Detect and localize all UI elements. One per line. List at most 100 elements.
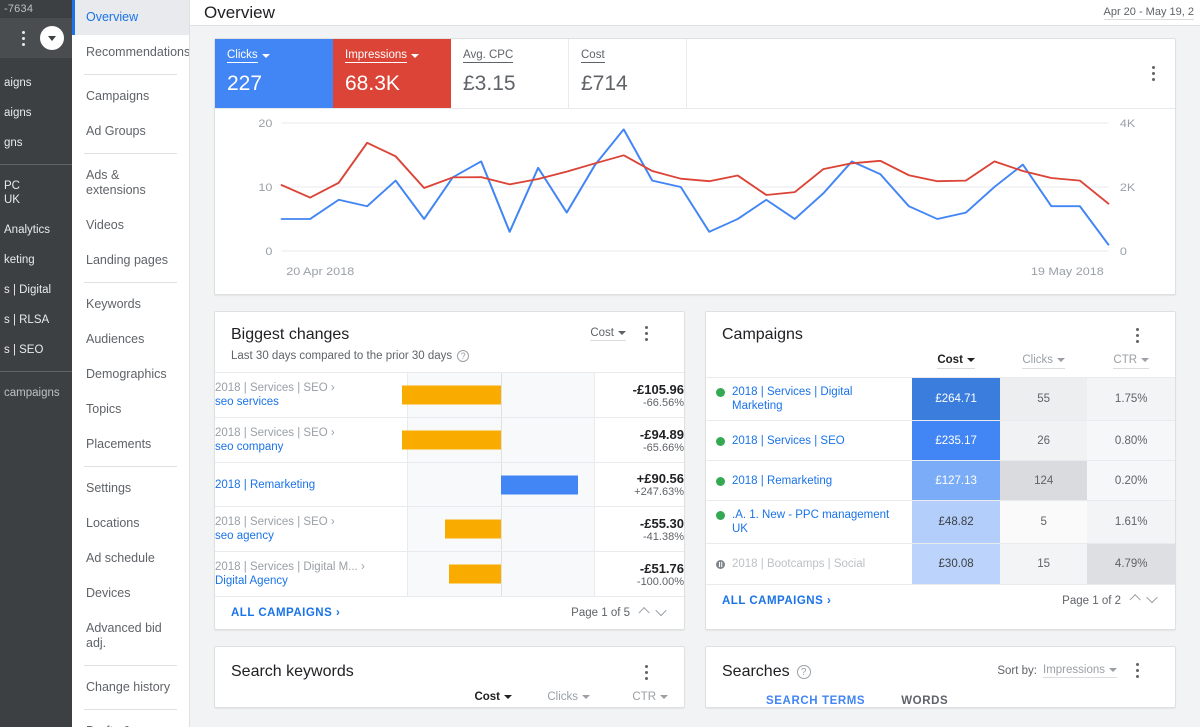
sidebar-item-campaigns[interactable]: Campaigns [72,79,189,114]
campaign-name-cell[interactable]: 2018 | Services | Digital Marketing [706,378,912,421]
search-keywords-more-icon[interactable] [638,664,654,680]
page-prev-icon[interactable] [1129,595,1140,606]
tab-search-terms[interactable]: SEARCH TERMS [766,695,865,707]
table-row[interactable]: 2018 | Services | Digital Marketing £264.… [706,377,1175,421]
scorecard-cost[interactable]: Cost £714 [569,39,687,108]
sidebar-item-ad-schedule[interactable]: Ad schedule [72,541,189,576]
campaign-name-cell[interactable]: 2018 | Services | SEO [706,421,912,461]
all-campaigns-link[interactable]: ALL CAMPAIGNS › [231,607,340,619]
campaign-name-cell[interactable]: .A. 1. New - PPC management UK [706,501,912,544]
sidebar-item-videos[interactable]: Videos [72,208,189,243]
sidebar-item-ad-groups[interactable]: Ad Groups [72,114,189,149]
sidebar-item-placements[interactable]: Placements [72,427,189,462]
table-row[interactable]: 2018 | Remarketing £127.13 124 0.20% [706,460,1175,501]
pager-label: Page 1 of 5 [571,607,630,619]
change-name-cell[interactable]: 2018 | Services | Digital M... › Digital … [215,552,407,597]
sidebar-item-advanced-bid-adj[interactable]: Advanced bid adj. [72,611,189,661]
searches-more-icon[interactable] [1129,663,1145,678]
column-header-ctr[interactable]: CTR [598,691,676,703]
column-header-ctr[interactable]: CTR [1087,350,1175,378]
campaign-name[interactable]: 2018 | Remarketing [732,474,832,488]
help-icon[interactable]: ? [457,350,470,362]
svg-text:20 Apr 2018: 20 Apr 2018 [286,265,354,278]
change-keyword[interactable]: seo services [215,395,407,409]
page-next-icon[interactable] [1148,595,1159,606]
column-header-cost[interactable]: Cost [912,350,1000,378]
column-header-clicks[interactable]: Clicks [520,691,598,703]
sidebar-item-overview[interactable]: Overview [72,0,189,35]
rail-item[interactable]: PC UK [0,171,72,215]
rail-item[interactable]: campaigns [0,378,72,408]
svg-text:20: 20 [258,117,272,130]
page-next-icon[interactable] [657,608,668,619]
campaign-name[interactable]: 2018 | Services | Digital Marketing [732,385,902,413]
sidebar-item-demographics[interactable]: Demographics [72,357,189,392]
sidebar-item-change-history[interactable]: Change history [72,670,189,705]
help-icon[interactable]: ? [796,665,811,679]
rail-item[interactable]: aigns [0,68,72,98]
scorecard-impressions[interactable]: Impressions 68.3K [333,39,451,108]
rail-item[interactable]: Analytics [0,215,72,245]
campaign-name-cell[interactable]: 2018 | Bootcamps | Social [706,544,912,584]
column-header-cost[interactable]: Cost [442,691,520,703]
sidebar-item-landing-pages[interactable]: Landing pages [72,243,189,278]
sidebar-item-settings[interactable]: Settings [72,471,189,506]
column-header-clicks[interactable]: Clicks [1000,350,1088,378]
campaign-name[interactable]: 2018 | Bootcamps | Social [732,557,865,571]
rail-item[interactable]: s | RLSA [0,305,72,335]
campaign-name[interactable]: 2018 | Services | SEO [732,434,845,448]
table-row[interactable]: 2018 | Services | SEO › seo services -£105… [215,372,684,418]
change-path: 2018 | Services | SEO › [215,427,335,439]
chevron-down-icon[interactable] [411,54,419,58]
rail-item[interactable]: keting [0,245,72,275]
campaigns-more-icon[interactable] [1129,327,1145,343]
change-keyword[interactable]: Digital Agency [215,574,407,588]
change-keyword[interactable]: 2018 | Remarketing [215,478,407,492]
table-row[interactable]: 2018 | Services | SEO › seo agency -£55.30… [215,506,684,552]
scorecard-clicks[interactable]: Clicks 227 [215,39,333,108]
chevron-down-icon[interactable] [261,54,270,58]
rail-item[interactable]: gns [0,128,72,158]
sidebar-item-keywords[interactable]: Keywords [72,287,189,322]
sidebar-item-ads-extensions[interactable]: Ads & extensions [72,158,189,208]
change-keyword[interactable]: seo company [215,440,407,454]
rail-item[interactable]: aigns [0,98,72,128]
sidebar-item-drafts-experiments[interactable]: Drafts & experiments [72,714,189,727]
change-keyword[interactable]: seo agency [215,529,407,543]
change-name-cell[interactable]: 2018 | Services | SEO › seo company [215,418,407,463]
sidebar-item-topics[interactable]: Topics [72,392,189,427]
svg-text:4K: 4K [1120,117,1136,130]
sidebar-item-devices[interactable]: Devices [72,576,189,611]
change-name-cell[interactable]: 2018 | Services | SEO › seo agency [215,507,407,552]
chart-more-icon[interactable] [1145,66,1161,81]
table-row[interactable]: 2018 | Services | Digital M... › Digital … [215,551,684,597]
change-name-cell[interactable]: 2018 | Remarketing [215,463,407,507]
table-row[interactable]: 2018 | Bootcamps | Social £30.08 15 4.79% [706,543,1175,584]
searches-tabs: SEARCH TERMS WORDS [706,681,1175,707]
rail-item[interactable]: s | Digital [0,275,72,305]
sidebar-item-recommendations[interactable]: Recommendations [72,35,189,70]
rail-item[interactable]: s | SEO [0,335,72,365]
zero-axis [501,507,503,551]
scorecard-avg-cpc[interactable]: Avg. CPC £3.15 [451,39,569,108]
table-row[interactable]: 2018 | Services | SEO £235.17 26 0.80% [706,420,1175,461]
table-row[interactable]: 2018 | Remarketing +£90.56 +247.63% [215,462,684,507]
sort-by-select[interactable]: Impressions [1043,664,1117,678]
biggest-changes-metric-select[interactable]: Cost [590,327,626,341]
rail-more-icon[interactable] [16,30,30,46]
rail-expand-icon[interactable] [40,26,64,50]
biggest-changes-header: Biggest changes Cost [215,312,684,350]
sidebar-item-audiences[interactable]: Audiences [72,322,189,357]
table-row[interactable]: 2018 | Services | SEO › seo company -£94.8… [215,417,684,463]
date-range-picker[interactable]: Apr 20 - May 19, 2 [1103,6,1194,20]
tab-words[interactable]: WORDS [901,695,948,707]
campaign-name[interactable]: .A. 1. New - PPC management UK [732,508,902,536]
change-name-cell[interactable]: 2018 | Services | SEO › seo services [215,373,407,418]
sidebar-item-locations[interactable]: Locations [72,506,189,541]
table-row[interactable]: .A. 1. New - PPC management UK £48.82 5 1.6… [706,500,1175,544]
campaigns-all-link[interactable]: ALL CAMPAIGNS › [722,595,831,607]
campaign-name-cell[interactable]: 2018 | Remarketing [706,461,912,501]
biggest-changes-more-icon[interactable] [638,326,654,341]
campaign-cost-cell: £30.08 [912,543,1000,584]
page-prev-icon[interactable] [638,608,649,619]
